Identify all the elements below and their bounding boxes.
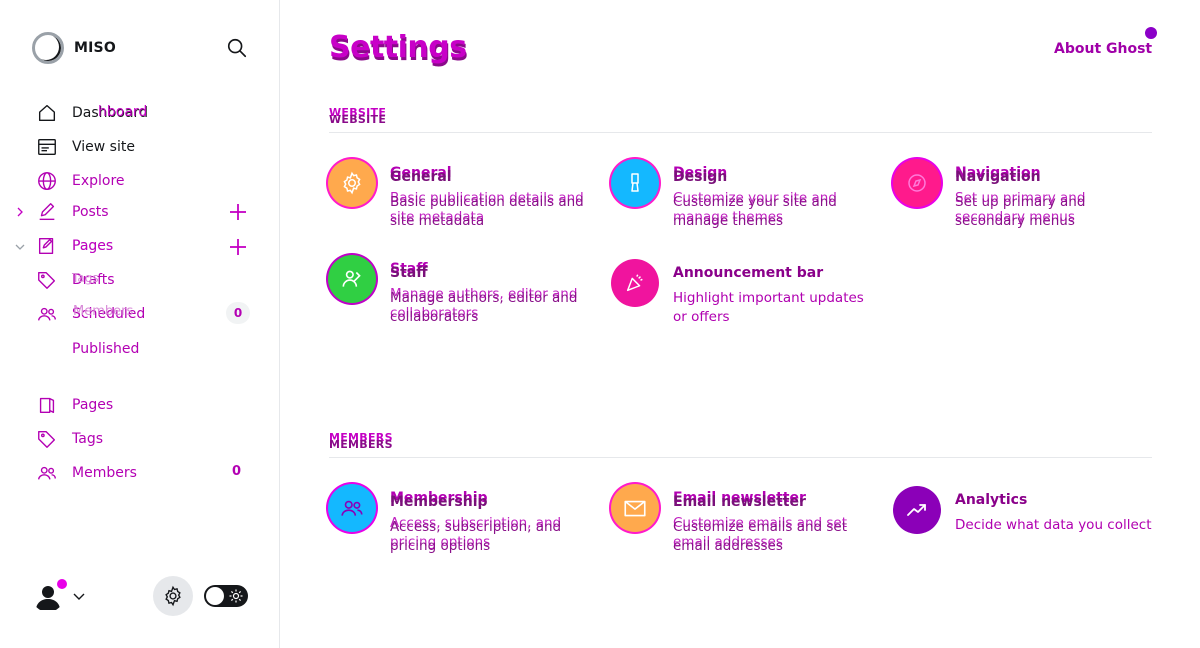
card-membership[interactable]: Membership Membership Access, subscriptio… xyxy=(328,484,590,554)
navigation-compass-icon xyxy=(893,159,941,211)
staff-users-icon xyxy=(328,255,376,307)
page-title: Settings xyxy=(329,30,467,65)
nav-posts[interactable]: Posts xyxy=(36,200,109,224)
gear-icon xyxy=(165,585,181,607)
avatar-notification-dot xyxy=(57,579,67,589)
card-analytics-title: Analytics xyxy=(955,492,1028,508)
section-website-divider xyxy=(329,132,1152,133)
card-analytics[interactable]: Analytics Decide what data you collect xyxy=(893,486,1155,556)
card-announcement-desc: Highlight important updates or offers xyxy=(673,290,864,325)
tag-icon xyxy=(38,271,56,289)
nav-explore-label: Explore xyxy=(72,173,125,189)
nav-drafts[interactable]: Drafts xyxy=(36,268,115,292)
card-navigation[interactable]: Navigation Navigation Set up primary and … xyxy=(893,159,1155,229)
members-icon xyxy=(38,307,56,321)
section-website-title: WEBSITE WEBSITE xyxy=(329,106,387,126)
nav-scheduled[interactable]: Scheduled xyxy=(36,302,145,326)
nav-pages-expanded[interactable]: Pages xyxy=(36,234,113,258)
email-envelope-icon xyxy=(611,484,659,536)
membership-users-icon xyxy=(328,484,376,536)
card-general[interactable]: General General Basic publication details… xyxy=(328,159,590,229)
announcement-megaphone-icon xyxy=(611,259,659,307)
edit-icon xyxy=(39,203,55,221)
nav-published[interactable]: Published xyxy=(36,337,139,361)
nav-dashboard[interactable]: Dashboard xyxy=(36,101,148,125)
nav-members[interactable]: Members xyxy=(36,461,137,485)
nav-members-label: Members xyxy=(72,465,137,481)
settings-button[interactable] xyxy=(153,576,193,616)
chevron-right-icon[interactable] xyxy=(14,206,26,218)
nav-dashboard-overlay: hboard xyxy=(98,104,148,120)
edit-icon xyxy=(38,237,54,255)
nav-explore[interactable]: Explore xyxy=(36,169,125,193)
new-page-plus-icon[interactable] xyxy=(228,237,248,257)
card-email-newsletter[interactable]: Email newsletter Email newsletter Customi… xyxy=(611,484,873,554)
sun-icon xyxy=(229,589,243,603)
card-design[interactable]: Design Design Customize your site and man… xyxy=(611,159,873,229)
pages-icon xyxy=(39,397,55,414)
general-cog-icon xyxy=(328,159,376,211)
section-members-divider xyxy=(329,457,1152,458)
design-brush-icon xyxy=(611,159,659,211)
notification-dot xyxy=(1145,27,1157,39)
home-icon xyxy=(38,104,56,122)
nav-tags-faded: Tags xyxy=(72,271,99,285)
card-announcement-bar[interactable]: Announcement bar Highlight important upd… xyxy=(611,259,873,329)
analytics-trend-icon xyxy=(893,486,941,534)
nav-view-site[interactable]: View site xyxy=(36,135,135,159)
members-icon xyxy=(38,466,56,480)
nav-view-site-label: View site xyxy=(72,139,135,155)
theme-toggle-knob xyxy=(206,587,224,605)
brand[interactable]: MISO xyxy=(32,32,116,64)
card-analytics-desc: Decide what data you collect xyxy=(955,517,1152,533)
scheduled-count-badge: 0 xyxy=(226,302,250,324)
sidebar: MISO Dashboard hboard View site Explore … xyxy=(0,0,280,648)
nav-posts-label: Posts xyxy=(72,204,109,220)
nav-members-faded: Members xyxy=(73,304,134,319)
nav-published-label: Published xyxy=(72,341,140,357)
new-post-plus-icon[interactable] xyxy=(228,202,248,222)
section-members-title: MEMBERS MEMBERS xyxy=(329,431,393,451)
about-ghost-link[interactable]: About Ghost xyxy=(1054,41,1152,57)
brand-logo-icon xyxy=(32,32,64,64)
chevron-down-icon[interactable] xyxy=(14,241,26,253)
search-icon[interactable] xyxy=(226,37,248,59)
globe-icon xyxy=(38,172,56,190)
tag-icon xyxy=(38,430,56,448)
theme-toggle[interactable] xyxy=(204,585,248,607)
nav-tags-label: Tags xyxy=(72,431,103,447)
card-staff[interactable]: Staff Staff Manage authors, editor and co… xyxy=(328,255,590,325)
nav-pages-label: Pages xyxy=(72,397,114,413)
nav-pages[interactable]: Pages xyxy=(36,393,113,417)
nav-tags[interactable]: Tags xyxy=(36,427,103,451)
browser-icon xyxy=(38,138,56,156)
card-announcement-title: Announcement bar xyxy=(673,265,824,281)
brand-name: MISO xyxy=(74,40,116,56)
nav-pages-overlay: Pages xyxy=(72,238,114,254)
chevron-down-icon xyxy=(73,593,85,600)
members-count: 0 xyxy=(232,464,242,479)
